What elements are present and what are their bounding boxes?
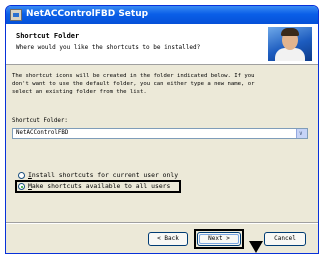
back-button-label: < Back <box>157 235 179 242</box>
radio-current-user-label[interactable]: Install shortcuts for current user only <box>28 171 178 179</box>
radio-button-icon[interactable] <box>18 172 25 179</box>
highlight-box-all-users <box>15 180 181 193</box>
pointer-arrow-icon <box>249 241 263 253</box>
back-button[interactable]: < Back <box>148 232 188 246</box>
cancel-button-label: Cancel <box>274 235 296 242</box>
shortcut-folder-value[interactable]: NetACControlFBD <box>16 130 68 136</box>
chevron-down-icon: ∨ <box>299 130 303 137</box>
description-text: The shortcut icons will be created in th… <box>12 72 310 96</box>
installer-icon <box>10 9 22 21</box>
shortcut-folder-combobox[interactable]: NetACControlFBD ∨ <box>12 128 308 139</box>
button-separator <box>6 222 318 224</box>
title-bar[interactable]: NetACControlFBD Setup <box>6 6 318 24</box>
shortcut-folder-label: Shortcut Folder: <box>12 118 68 124</box>
wizard-header: Shortcut Folder Where would you like the… <box>6 24 318 65</box>
description-line: select an existing folder from the list. <box>12 89 147 95</box>
highlight-box-next <box>194 229 244 249</box>
header-person-image <box>268 27 312 61</box>
description-line: The shortcut icons will be created in th… <box>12 73 255 79</box>
cancel-button[interactable]: Cancel <box>264 232 306 246</box>
page-title: Shortcut Folder <box>16 32 80 40</box>
description-line: don't want to use the default folder, yo… <box>12 81 255 87</box>
window-title: NetACControlFBD Setup <box>26 9 149 19</box>
page-subtitle: Where would you like the shortcuts to be… <box>16 44 201 51</box>
dropdown-button[interactable]: ∨ <box>296 129 307 138</box>
